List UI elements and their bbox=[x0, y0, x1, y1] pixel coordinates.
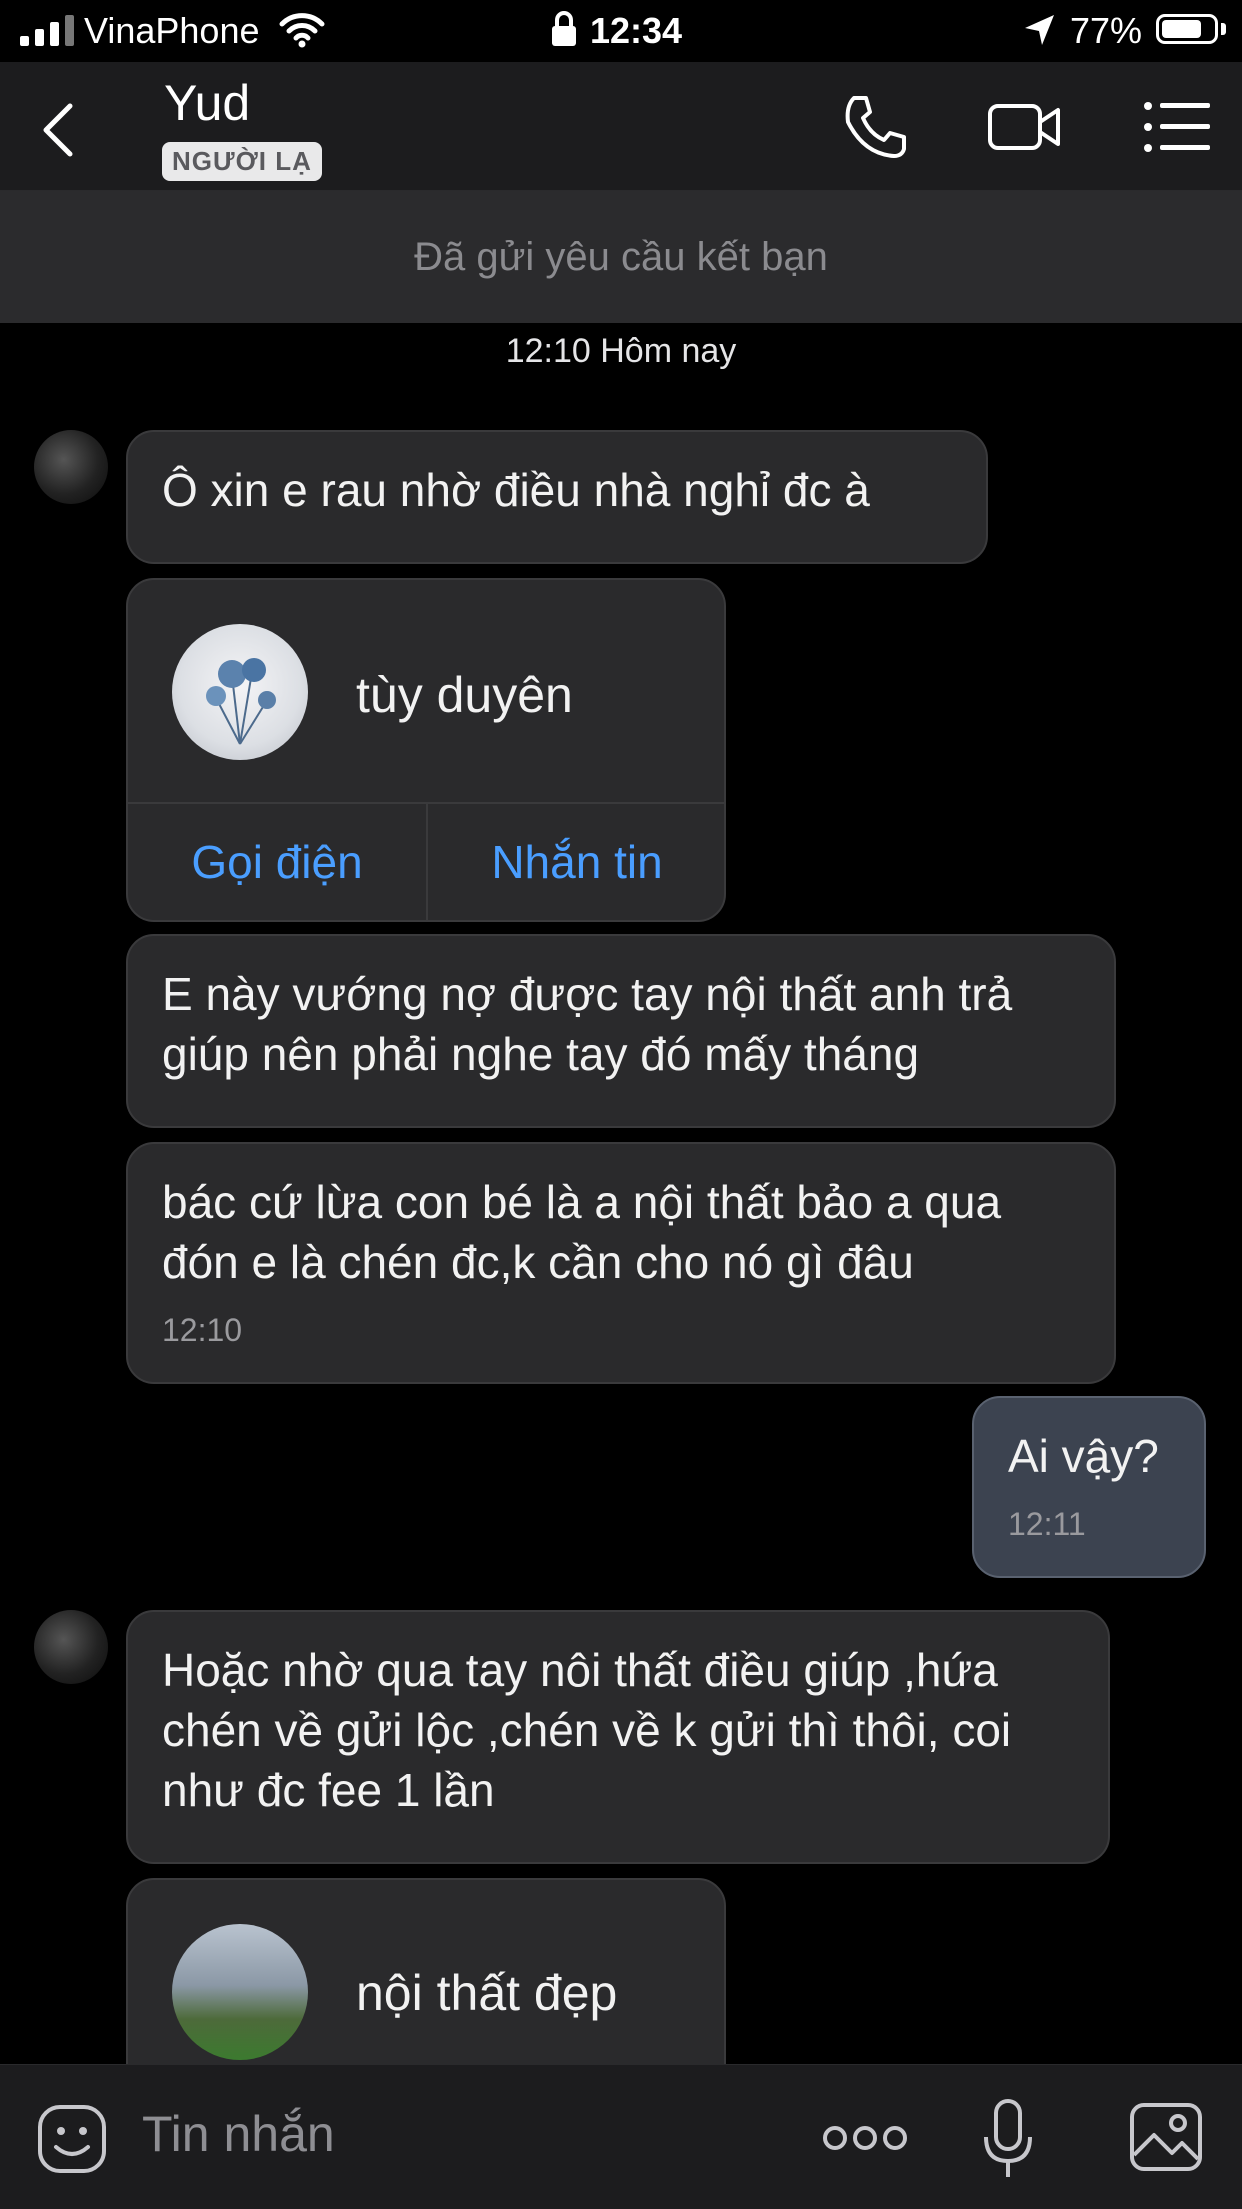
lock-icon bbox=[552, 11, 576, 46]
message-time: 12:10 bbox=[162, 1312, 243, 1348]
sticker-icon[interactable] bbox=[36, 2103, 108, 2175]
battery-nub bbox=[1221, 23, 1226, 35]
battery-icon bbox=[1156, 14, 1218, 44]
contact-name[interactable]: Yud bbox=[164, 74, 250, 132]
contact-card-avatar bbox=[172, 1924, 308, 2060]
message-input[interactable]: Tin nhắn bbox=[142, 2105, 335, 2163]
message-text: E này vướng nợ được tay nội thất anh trả… bbox=[162, 968, 1013, 1080]
message-text: Hoặc nhờ qua tay nôi thất điều giúp ,hứa… bbox=[162, 1644, 1012, 1816]
message-bubble[interactable]: bác cứ lừa con bé là a nội thất bảo a qu… bbox=[126, 1142, 1116, 1384]
chat-header: Yud NGƯỜI LẠ bbox=[0, 62, 1242, 191]
image-icon[interactable] bbox=[1128, 2101, 1204, 2173]
message-bubble[interactable]: Hoặc nhờ qua tay nôi thất điều giúp ,hứa… bbox=[126, 1610, 1110, 1864]
contact-card-actions: Gọi điện Nhắn tin bbox=[128, 802, 724, 920]
contact-card-name: tùy duyên bbox=[356, 667, 573, 723]
battery-percent: 77% bbox=[1070, 10, 1143, 51]
signal-icon bbox=[20, 14, 76, 46]
more-icon[interactable] bbox=[822, 2123, 908, 2153]
friend-request-banner: Đã gửi yêu cầu kết bạn bbox=[0, 191, 1242, 323]
message-input-bar: Tin nhắn bbox=[0, 2064, 1242, 2209]
sender-avatar[interactable] bbox=[34, 430, 108, 504]
phone-icon[interactable] bbox=[838, 92, 914, 162]
message-bubble[interactable]: Ô xin e rau nhờ điều nhà nghỉ đc à bbox=[126, 430, 988, 564]
contact-card-avatar bbox=[172, 624, 308, 760]
dandelion-image bbox=[206, 658, 276, 745]
status-bar: VinaPhone 12:34 77% bbox=[0, 0, 1242, 62]
video-call-icon[interactable] bbox=[986, 92, 1062, 162]
microphone-icon[interactable] bbox=[980, 2097, 1036, 2181]
clock: 12:34 bbox=[590, 10, 683, 51]
message-time: 12:11 bbox=[1008, 1506, 1086, 1542]
stranger-badge: NGƯỜI LẠ bbox=[162, 142, 322, 181]
menu-icon[interactable] bbox=[1140, 92, 1216, 162]
message-text: Ô xin e rau nhờ điều nhà nghỉ đc à bbox=[162, 464, 870, 516]
back-icon[interactable] bbox=[36, 100, 84, 160]
call-button[interactable]: Gọi điện bbox=[128, 804, 426, 920]
message-text: Ai vậy? bbox=[1008, 1430, 1159, 1482]
contact-card[interactable]: tùy duyên Gọi điện Nhắn tin bbox=[126, 578, 726, 922]
contact-card-name: nội thất đẹp bbox=[356, 1965, 618, 2021]
message-button[interactable]: Nhắn tin bbox=[426, 804, 724, 920]
wifi-icon bbox=[279, 13, 325, 48]
message-text: bác cứ lừa con bé là a nội thất bảo a qu… bbox=[162, 1176, 1002, 1288]
sender-avatar[interactable] bbox=[34, 1610, 108, 1684]
date-separator: 12:10 Hôm nay bbox=[505, 332, 737, 370]
message-bubble[interactable]: E này vướng nợ được tay nội thất anh trả… bbox=[126, 934, 1116, 1128]
carrier-name: VinaPhone bbox=[84, 10, 260, 51]
location-icon bbox=[1025, 15, 1054, 45]
my-message-bubble[interactable]: Ai vậy? 12:11 bbox=[972, 1396, 1206, 1578]
